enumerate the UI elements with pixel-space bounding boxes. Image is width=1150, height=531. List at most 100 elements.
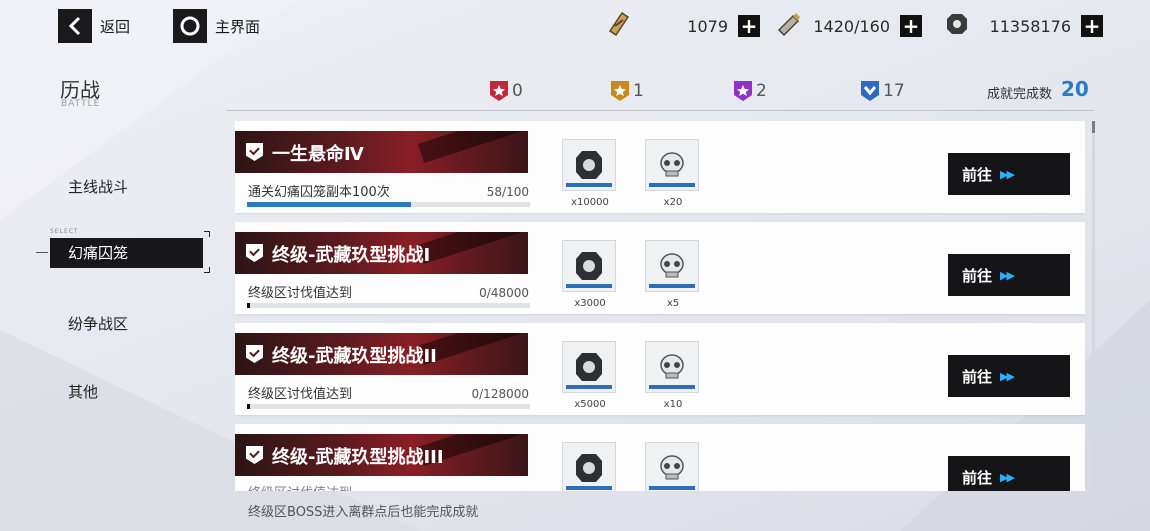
chevron-left-icon [58, 9, 92, 43]
ticket-value: 1079 [687, 16, 728, 36]
reward-item[interactable] [645, 442, 701, 491]
skull-chip-icon [660, 455, 684, 480]
select-marker [36, 252, 48, 253]
gear-coin-icon [576, 151, 602, 179]
add-battery-button[interactable]: + [900, 15, 922, 37]
goto-button[interactable]: 前往 ▶▶ [948, 456, 1070, 491]
medal-gold-count: 1 [633, 81, 644, 101]
coin-value: 11358176 [989, 16, 1071, 36]
reward-item[interactable]: x10 [645, 341, 701, 410]
medal-gold: 1 [610, 80, 644, 102]
sidebar-select-tag: SELECT [50, 228, 79, 235]
medal-red: 0 [489, 80, 523, 102]
task-desc: 终级区讨伐值达到 [248, 286, 353, 301]
scrollbar-thumb[interactable] [1092, 121, 1095, 133]
rank-chevron-icon [246, 446, 263, 464]
reward-qty: x5000 [574, 399, 606, 410]
task-banner: 终级-武藏玖型挑战I [235, 232, 528, 274]
task-banner: 终级-武藏玖型挑战II [235, 333, 528, 375]
double-arrow-icon: ▶▶ [1000, 470, 1015, 484]
goto-button[interactable]: 前往 ▶▶ [948, 153, 1070, 195]
task-title: 一生悬命Ⅳ [272, 144, 364, 165]
task-progress: 0/48000 [479, 286, 529, 300]
skull-chip-icon [660, 354, 684, 379]
task-card: 终级-武藏玖型挑战III 终级区讨伐值达到 前往 ▶▶ [235, 424, 1085, 491]
gear-coin-icon [576, 454, 602, 482]
medal-purple: 2 [733, 80, 767, 102]
home-button[interactable]: 主界面 [173, 9, 260, 43]
sidebar-item-main-battle[interactable]: 主线战斗 [68, 176, 128, 197]
goto-button[interactable]: 前往 ▶▶ [948, 355, 1070, 397]
task-card: 终级-武藏玖型挑战II 终级区讨伐值达到 0/128000 x5000 x10 … [235, 323, 1085, 415]
task-progress-bar [247, 404, 530, 409]
reward-item[interactable]: x10000 [562, 139, 618, 208]
skull-chip-icon [660, 253, 684, 278]
medal-blue-icon [861, 81, 879, 101]
resource-battery: 1420/160 + [776, 12, 922, 40]
task-banner: 终级-武藏玖型挑战III [235, 434, 528, 476]
select-bracket-top [204, 231, 210, 237]
sidebar-item-other[interactable]: 其他 [68, 381, 98, 402]
rank-chevron-icon [246, 345, 263, 363]
rank-chevron-icon [246, 143, 263, 161]
medal-red-count: 0 [512, 81, 523, 101]
task-progress: 58/100 [486, 185, 529, 199]
task-desc: 通关幻痛囚笼副本100次 [248, 185, 390, 200]
add-coin-button[interactable]: + [1081, 15, 1103, 37]
task-title: 终级-武藏玖型挑战III [272, 447, 444, 468]
task-banner: 一生悬命Ⅳ [235, 131, 528, 173]
sidebar-item-phantom-cage[interactable]: 幻痛囚笼 [50, 238, 203, 268]
reward-item[interactable]: x5 [645, 240, 701, 309]
reward-qty: x5 [666, 298, 680, 309]
back-label: 返回 [100, 17, 131, 36]
task-title: 终级-武藏玖型挑战II [272, 346, 437, 367]
task-desc: 终级区讨伐值达到 [248, 387, 353, 402]
medal-blue: 17 [860, 80, 905, 102]
battery-icon [776, 11, 802, 41]
skull-chip-icon [660, 152, 684, 177]
task-progress-bar [247, 303, 530, 308]
double-arrow-icon: ▶▶ [1000, 167, 1015, 181]
reward-qty: x20 [663, 197, 683, 208]
double-arrow-icon: ▶▶ [1000, 369, 1015, 383]
task-card: 一生悬命Ⅳ 通关幻痛囚笼副本100次 58/100 x10000 x20 前往 … [235, 121, 1085, 213]
task-list[interactable]: 一生悬命Ⅳ 通关幻痛囚笼副本100次 58/100 x10000 x20 前往 … [235, 121, 1085, 491]
sidebar-item-conflict-zone[interactable]: 纷争战区 [68, 313, 128, 334]
achievement-count: 20 [1061, 77, 1089, 101]
ticket-icon [606, 11, 632, 41]
goto-label: 前往 [962, 165, 993, 184]
reward-qty: x10 [663, 399, 683, 410]
reward-item[interactable]: x3000 [562, 240, 618, 309]
medal-purple-icon [734, 81, 752, 101]
medal-blue-count: 17 [883, 81, 905, 101]
reward-qty: x10000 [571, 197, 609, 208]
achievement-label: 成就完成数 [987, 87, 1053, 102]
reward-item[interactable]: x20 [645, 139, 701, 208]
gear-coin-icon [576, 353, 602, 381]
task-progress-bar [247, 202, 530, 207]
add-ticket-button[interactable]: + [738, 15, 760, 37]
reward-item[interactable] [562, 442, 618, 491]
medal-gold-icon [611, 81, 629, 101]
task-desc: 终级区讨伐值达到 [248, 482, 352, 491]
gear-coin-icon [576, 252, 602, 280]
back-button[interactable]: 返回 [58, 9, 130, 43]
resource-coin: 11358176 + [945, 12, 1103, 40]
home-label: 主界面 [215, 17, 261, 36]
task-progress: 0/128000 [471, 387, 530, 401]
reward-item[interactable]: x5000 [562, 341, 618, 410]
task-title: 终级-武藏玖型挑战I [272, 245, 431, 266]
goto-button[interactable]: 前往 ▶▶ [948, 254, 1070, 296]
page-subtitle: BATTLE [61, 99, 101, 109]
resource-ticket: 1079 + [606, 11, 760, 41]
scrollbar-track[interactable] [1092, 121, 1095, 491]
double-arrow-icon: ▶▶ [1000, 268, 1015, 282]
goto-label: 前往 [962, 266, 993, 285]
header-divider [226, 110, 1094, 111]
reward-qty: x3000 [574, 298, 606, 309]
task-card: 终级-武藏玖型挑战I 终级区讨伐值达到 0/48000 x3000 x5 前往 … [235, 222, 1085, 314]
medal-purple-count: 2 [756, 81, 767, 101]
footer-note: 终级区BOSS进入离群点后也能完成成就 [248, 505, 479, 520]
home-circle-icon [173, 9, 207, 43]
select-bracket-bottom [204, 267, 210, 273]
